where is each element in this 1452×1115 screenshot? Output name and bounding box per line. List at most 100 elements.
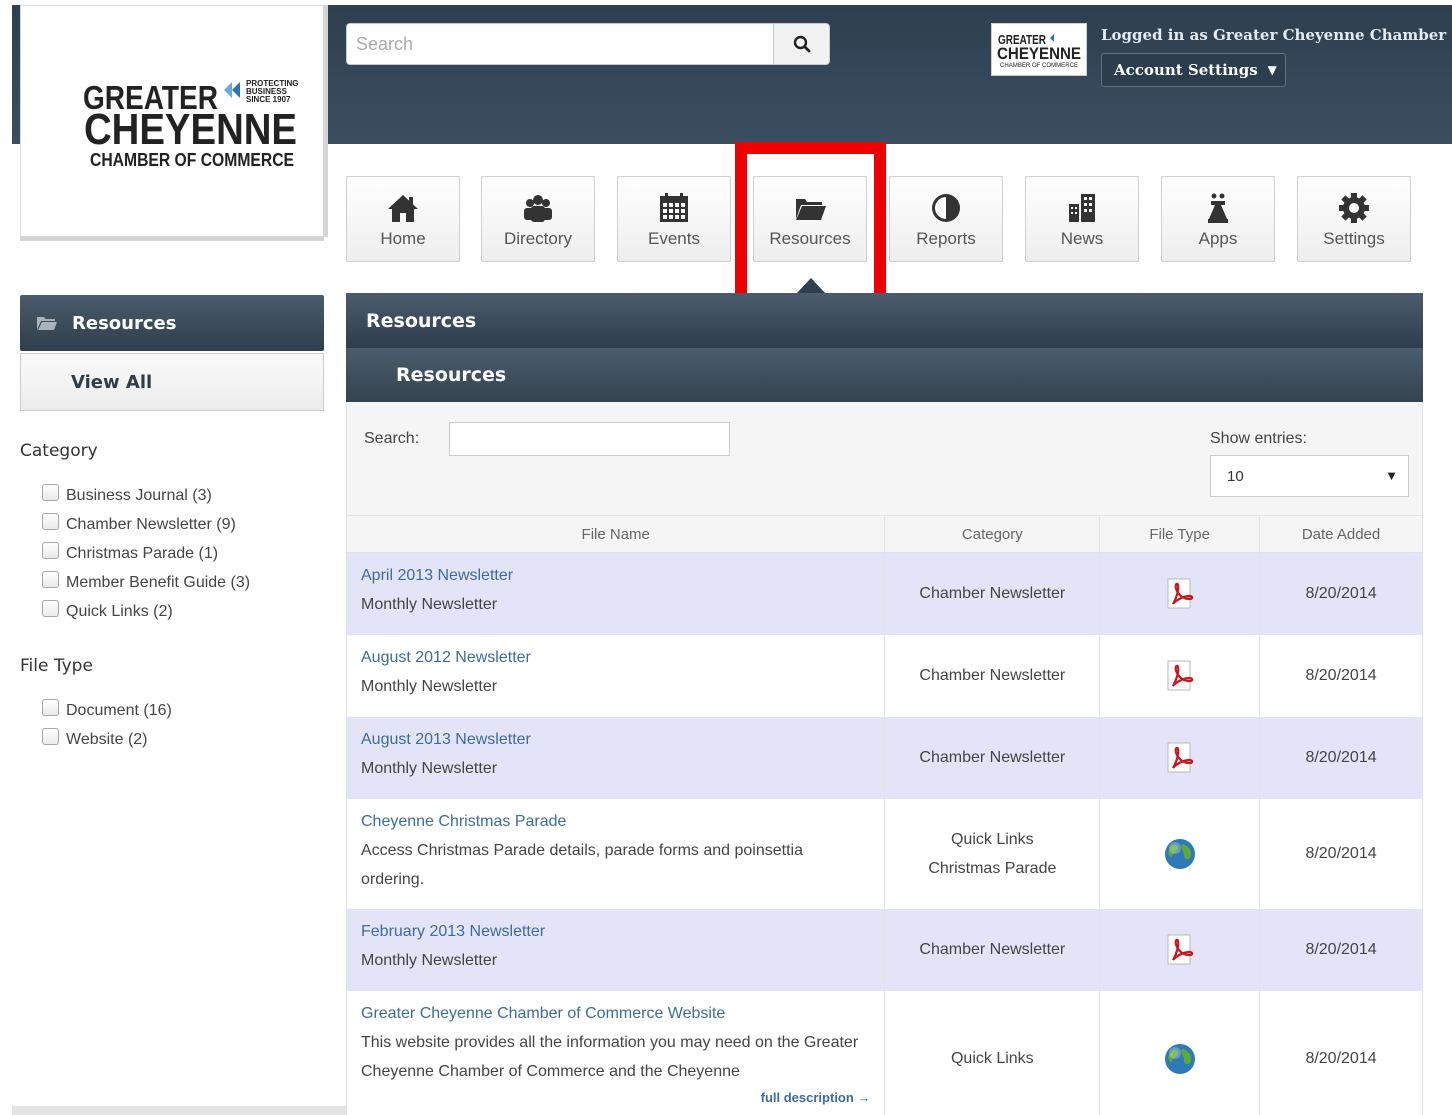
search-button[interactable]	[773, 23, 830, 65]
pdf-icon[interactable]	[1163, 577, 1197, 611]
filter-member-benefit-guide[interactable]: Member Benefit Guide (3)	[42, 568, 250, 597]
pdf-icon[interactable]	[1163, 933, 1197, 967]
file-link[interactable]: February 2013 Newsletter	[361, 917, 870, 946]
column-file-name[interactable]: File Name	[345, 515, 886, 553]
logged-in-text: Logged in as Greater Cheyenne Chamber o	[1101, 26, 1452, 44]
file-description: This website provides all the informatio…	[361, 1033, 859, 1080]
svg-text:CHEYENNE: CHEYENNE	[997, 44, 1081, 63]
checkbox[interactable]	[42, 600, 59, 617]
search-icon	[793, 35, 810, 53]
table-row: April 2013 Newsletter Monthly Newsletter …	[345, 552, 1423, 635]
file-date: 8/20/2014	[1305, 941, 1377, 958]
dropdown-arrow-icon: ▼	[1385, 468, 1398, 483]
filetype-filter-title: File Type	[20, 656, 93, 676]
file-date: 8/20/2014	[1305, 1050, 1377, 1067]
table-row: Greater Cheyenne Chamber of Commerce Web…	[345, 990, 1423, 1115]
file-description: Access Christmas Parade details, parade …	[361, 841, 803, 888]
nav-settings[interactable]: Settings	[1297, 176, 1411, 262]
table-row: August 2013 Newsletter Monthly Newsletter…	[345, 716, 1423, 799]
filetype-filter-list: Document (16) Website (2)	[42, 696, 172, 754]
filter-document[interactable]: Document (16)	[42, 696, 172, 725]
logo-line2: CHEYENNE	[84, 105, 297, 154]
globe-icon[interactable]	[1163, 837, 1197, 871]
svg-text:CHAMBER OF COMMERCE: CHAMBER OF COMMERCE	[1000, 63, 1078, 69]
pdf-icon[interactable]	[1163, 741, 1197, 775]
checkbox[interactable]	[42, 542, 59, 559]
checkbox[interactable]	[42, 571, 59, 588]
file-date: 8/20/2014	[1305, 667, 1377, 684]
column-category[interactable]: Category	[884, 515, 1101, 553]
pdf-icon[interactable]	[1163, 659, 1197, 693]
file-description: Monthly Newsletter	[361, 759, 498, 777]
checkbox[interactable]	[42, 484, 59, 501]
nav-reports[interactable]: Reports	[889, 176, 1003, 262]
account-logo: GREATER CHEYENNE CHAMBER OF COMMERCE	[991, 23, 1087, 76]
category-filter-title: Category	[20, 441, 98, 461]
file-date: 8/20/2014	[1305, 749, 1377, 766]
view-all-button[interactable]: View All	[20, 353, 324, 411]
chess-piece-icon	[1208, 193, 1228, 223]
file-description: Monthly Newsletter	[361, 677, 498, 695]
chamber-logo: GREATER PROTECTING BUSINESS SINCE 1907 C…	[83, 79, 298, 168]
file-category: Christmas Parade	[928, 859, 1057, 877]
full-description-link[interactable]: full description →	[361, 1090, 871, 1106]
filter-website[interactable]: Website (2)	[42, 725, 172, 754]
nav-apps[interactable]: Apps	[1161, 176, 1275, 262]
nav-news[interactable]: News	[1025, 176, 1139, 262]
building-icon	[1069, 194, 1095, 222]
logo-card[interactable]: GREATER PROTECTING BUSINESS SINCE 1907 C…	[20, 5, 324, 237]
checkbox[interactable]	[42, 728, 59, 745]
filter-chamber-newsletter[interactable]: Chamber Newsletter (9)	[42, 510, 250, 539]
nav-events[interactable]: Events	[617, 176, 731, 262]
panel-subtitle: Resources	[346, 348, 1423, 402]
table-tools: Search: Show entries: 10 ▼	[346, 402, 1423, 515]
file-description: Monthly Newsletter	[361, 596, 498, 613]
table-search-input[interactable]	[449, 422, 730, 456]
account-settings-button[interactable]: Account Settings ▼	[1101, 53, 1286, 87]
nav-home[interactable]: Home	[346, 176, 460, 262]
file-date: 8/20/2014	[1305, 585, 1377, 603]
table-search-label: Search:	[364, 430, 420, 447]
sidebar-heading-label: Resources	[72, 312, 177, 334]
file-category: Quick Links	[950, 830, 1034, 848]
checkbox[interactable]	[42, 513, 59, 530]
file-link[interactable]: Cheyenne Christmas Parade	[361, 807, 870, 836]
caret-down-icon: ▼	[1267, 63, 1277, 77]
show-entries-select[interactable]: 10 ▼	[1210, 455, 1409, 497]
checkbox[interactable]	[42, 699, 59, 716]
table-row: August 2012 Newsletter Monthly Newsletter…	[345, 634, 1423, 717]
file-category: Chamber Newsletter	[919, 941, 1066, 958]
file-category: Chamber Newsletter	[919, 585, 1066, 603]
file-link[interactable]: August 2012 Newsletter	[361, 643, 870, 672]
table-row: February 2013 Newsletter Monthly Newslett…	[345, 908, 1423, 991]
gear-icon	[1339, 193, 1369, 223]
resources-table: File Name Category File Type Date Added …	[345, 515, 1423, 1115]
column-date-added[interactable]: Date Added	[1259, 515, 1423, 553]
file-category: Chamber Newsletter	[919, 667, 1066, 684]
table-row: Cheyenne Christmas Parade Access Christma…	[345, 798, 1423, 909]
column-file-type[interactable]: File Type	[1099, 515, 1261, 553]
nav-directory[interactable]: Directory	[481, 176, 595, 262]
global-search-input[interactable]: Search	[346, 23, 774, 65]
pie-chart-icon	[932, 194, 960, 222]
sidebar-heading[interactable]: Resources	[20, 295, 324, 351]
filter-quick-links[interactable]: Quick Links (2)	[42, 597, 250, 626]
file-link[interactable]: August 2013 Newsletter	[361, 725, 870, 754]
file-description: Monthly Newsletter	[361, 951, 498, 969]
view-all-label: View All	[71, 371, 153, 393]
file-date: 8/20/2014	[1305, 845, 1377, 862]
filter-business-journal[interactable]: Business Journal (3)	[42, 481, 250, 510]
svg-text:SINCE 1907: SINCE 1907	[246, 95, 291, 104]
globe-icon[interactable]	[1163, 1042, 1197, 1076]
folder-icon	[37, 317, 57, 330]
account-settings-label: Account Settings	[1114, 61, 1258, 79]
file-link[interactable]: Greater Cheyenne Chamber of Commerce Web…	[361, 999, 870, 1028]
file-category: Chamber Newsletter	[919, 749, 1066, 766]
show-entries-label: Show entries:	[1210, 430, 1307, 447]
sidebar-scrollbar[interactable]	[12, 1106, 348, 1115]
home-icon	[388, 195, 418, 222]
file-link[interactable]: April 2013 Newsletter	[361, 561, 870, 590]
category-filter-list: Business Journal (3) Chamber Newsletter …	[42, 481, 250, 626]
panel-title: Resources	[346, 293, 1423, 348]
filter-christmas-parade[interactable]: Christmas Parade (1)	[42, 539, 250, 568]
